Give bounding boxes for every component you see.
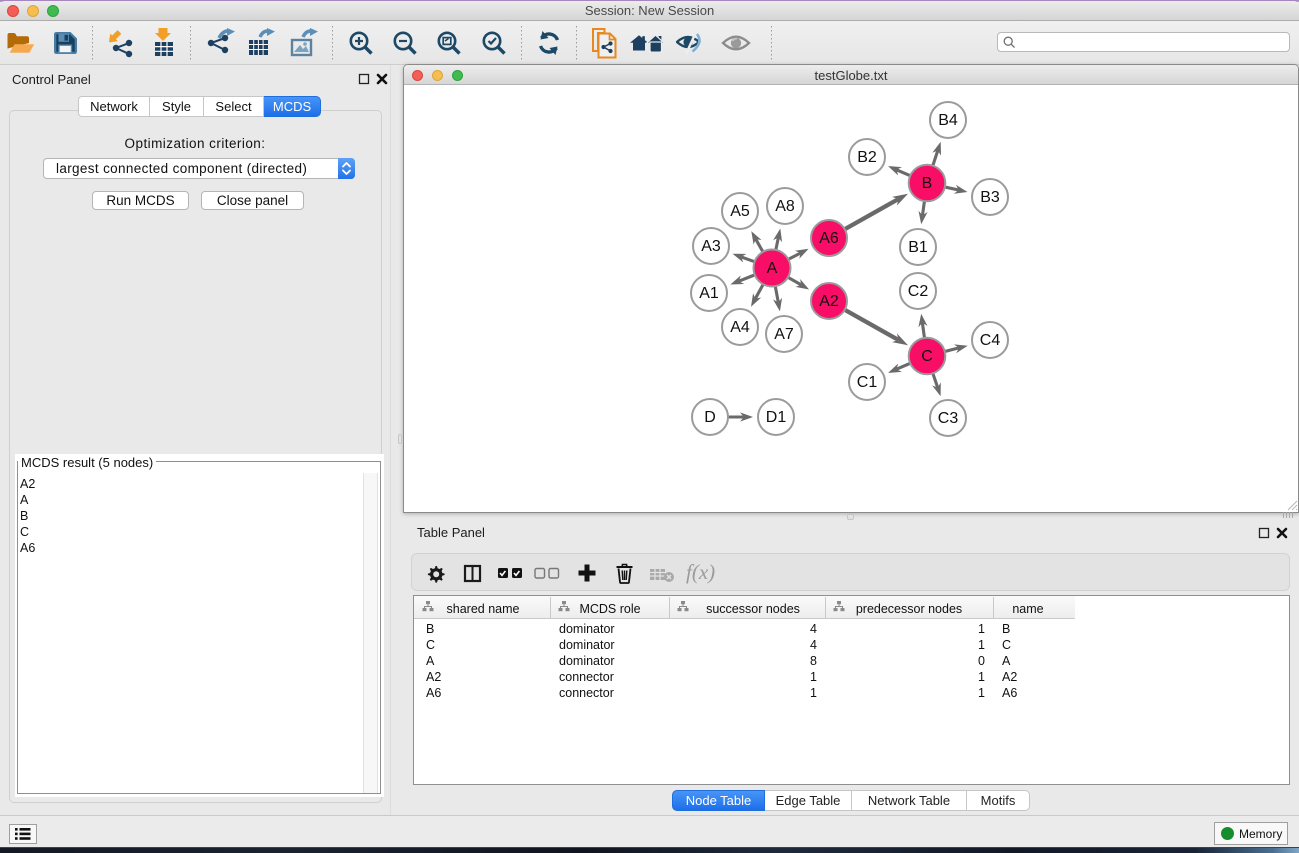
svg-text:B1: B1 — [908, 239, 928, 256]
svg-text:C2: C2 — [908, 283, 929, 300]
svg-text:A8: A8 — [775, 198, 795, 215]
svg-text:A3: A3 — [701, 238, 721, 255]
svg-text:A1: A1 — [699, 285, 719, 302]
svg-text:A6: A6 — [819, 230, 839, 247]
svg-text:A2: A2 — [819, 293, 839, 310]
svg-text:D: D — [704, 409, 716, 426]
svg-text:C1: C1 — [857, 374, 878, 391]
svg-text:D1: D1 — [766, 409, 787, 426]
svg-text:B: B — [922, 175, 933, 192]
svg-text:C3: C3 — [938, 410, 959, 427]
svg-text:C: C — [921, 348, 933, 365]
svg-text:B4: B4 — [938, 112, 958, 129]
svg-text:A5: A5 — [730, 203, 750, 220]
svg-text:A7: A7 — [774, 326, 794, 343]
svg-text:B3: B3 — [980, 189, 1000, 206]
svg-text:C4: C4 — [980, 332, 1001, 349]
svg-text:B2: B2 — [857, 149, 877, 166]
svg-text:A4: A4 — [730, 319, 750, 336]
svg-text:A: A — [767, 260, 778, 277]
